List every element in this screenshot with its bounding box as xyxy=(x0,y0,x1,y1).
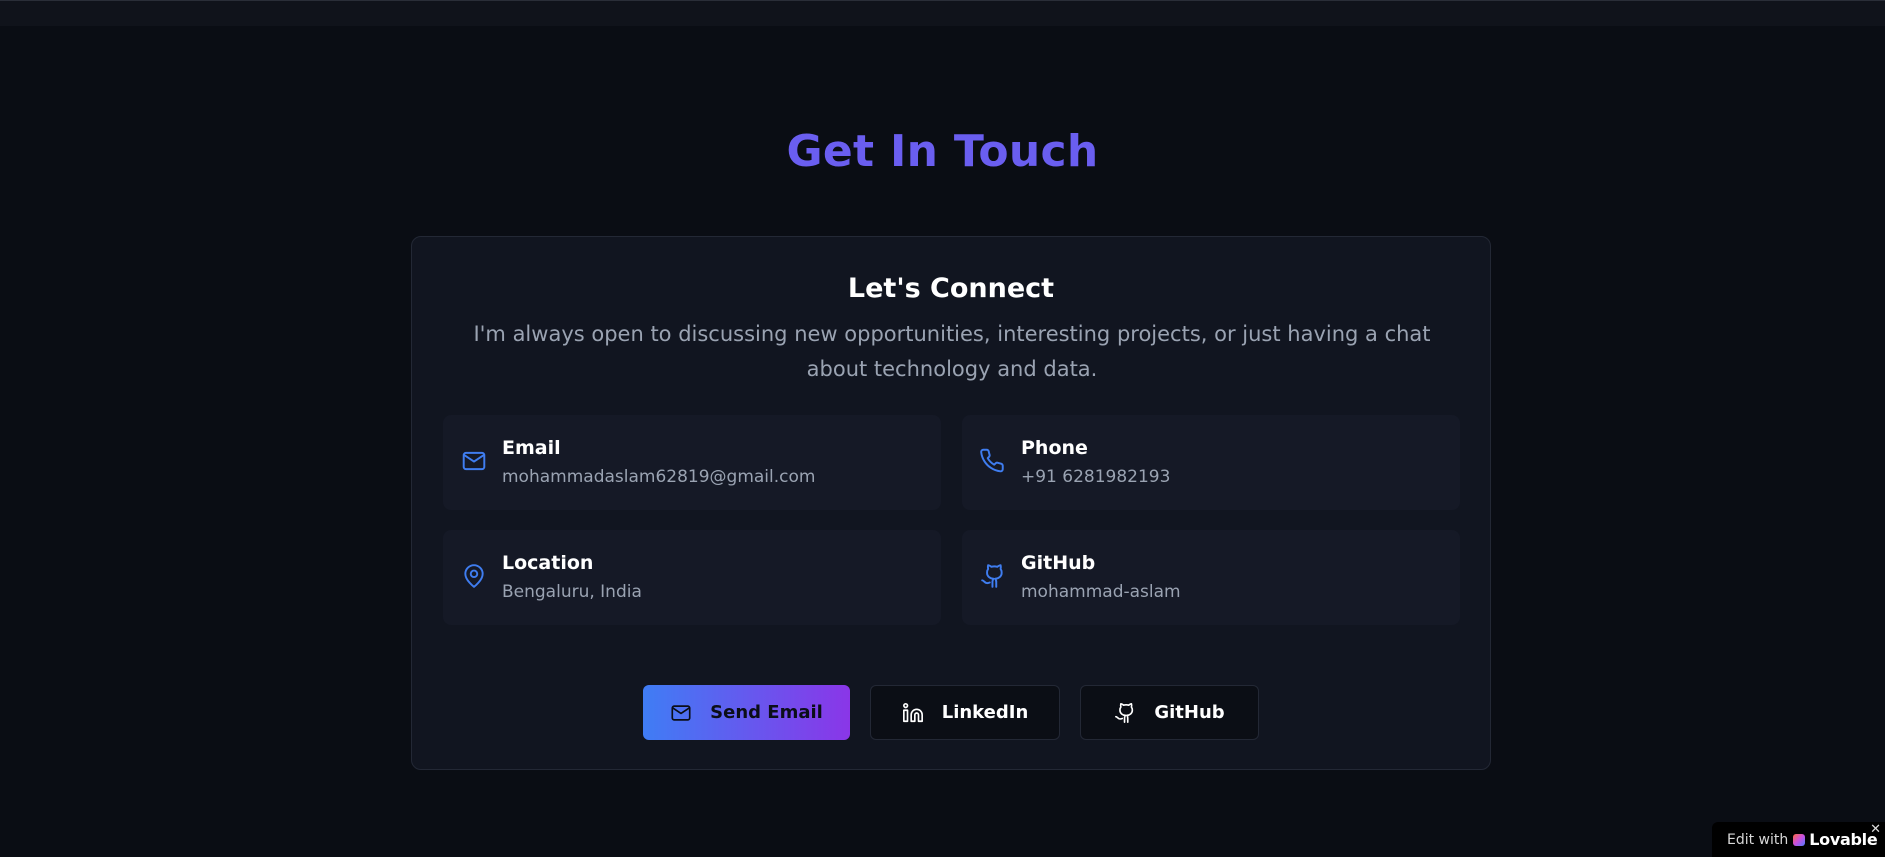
mail-icon xyxy=(671,704,691,721)
lovable-logo-icon xyxy=(1793,833,1806,846)
contact-item-location[interactable]: Location Bengaluru, India xyxy=(443,530,941,625)
top-bar xyxy=(0,0,1885,26)
card-description: I'm always open to discussing new opport… xyxy=(473,322,1431,381)
section-title: Get In Touch xyxy=(786,126,1099,177)
contact-item-email[interactable]: Email mohammadaslam62819@gmail.com xyxy=(443,415,941,510)
linkedin-icon xyxy=(902,702,923,722)
contact-value: Bengaluru, India xyxy=(502,582,642,602)
contact-value: mohammad-aslam xyxy=(1021,582,1181,602)
contact-item-github[interactable]: GitHub mohammad-aslam xyxy=(962,530,1460,625)
edit-with-label: Edit with xyxy=(1727,831,1789,848)
phone-icon xyxy=(980,448,1006,474)
contact-label: Location xyxy=(502,552,594,574)
contact-item-phone[interactable]: Phone +91 6281982193 xyxy=(962,415,1460,510)
lovable-brand: Lovable xyxy=(1809,830,1878,849)
card-title: Let's Connect xyxy=(847,273,1055,304)
close-icon[interactable]: ✕ xyxy=(1870,822,1881,837)
github-label: GitHub xyxy=(1154,702,1225,723)
github-icon xyxy=(1115,702,1134,723)
linkedin-label: LinkedIn xyxy=(941,702,1029,723)
mail-icon xyxy=(461,448,487,474)
send-email-button[interactable]: Send Email xyxy=(643,685,850,740)
linkedin-button[interactable]: LinkedIn xyxy=(870,685,1060,740)
contact-label: Email xyxy=(502,437,561,459)
contact-label: Phone xyxy=(1021,437,1088,459)
contact-value: +91 6281982193 xyxy=(1021,467,1171,487)
map-pin-icon xyxy=(461,563,487,589)
contact-card: Let's Connect I'm always open to discuss… xyxy=(411,236,1491,770)
github-icon xyxy=(980,563,1006,589)
contact-label: GitHub xyxy=(1021,552,1096,574)
github-button[interactable]: GitHub xyxy=(1080,685,1259,740)
edit-with-lovable-badge[interactable]: Edit with Lovable ✕ xyxy=(1712,822,1885,857)
contact-value: mohammadaslam62819@gmail.com xyxy=(502,467,816,487)
send-email-label: Send Email xyxy=(710,702,823,723)
